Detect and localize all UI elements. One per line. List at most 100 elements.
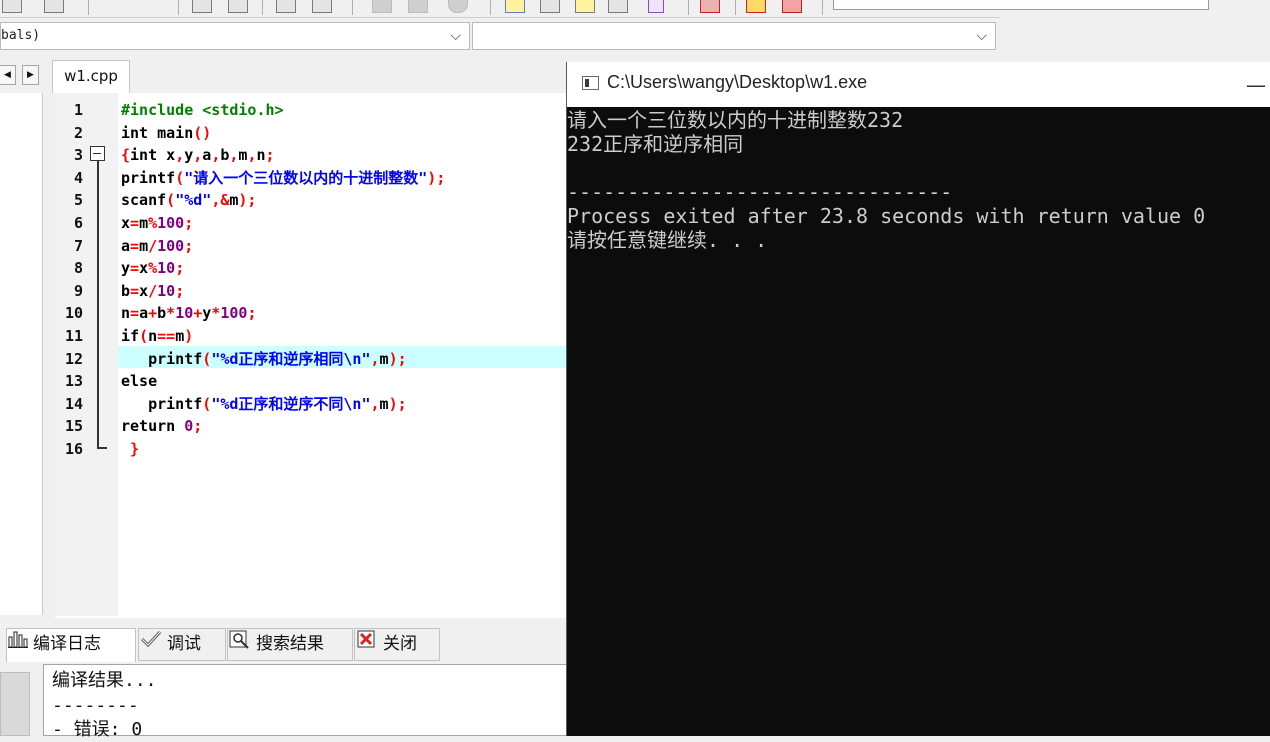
code-line[interactable]: b=x/10; bbox=[121, 280, 184, 302]
code-token: + bbox=[148, 304, 158, 323]
code-token: ; bbox=[265, 146, 275, 165]
code-token: = bbox=[130, 281, 140, 300]
line-number: 13 bbox=[64, 372, 83, 391]
toolbar-run-icon[interactable] bbox=[408, 0, 428, 13]
code-line[interactable]: printf("%d正序和逆序不同\n",m); bbox=[121, 393, 407, 415]
chevron-down-icon[interactable]: ⌵ bbox=[976, 23, 987, 49]
code-token: ; bbox=[184, 214, 194, 232]
project-tree[interactable] bbox=[0, 93, 43, 615]
scroll-left-icon[interactable]: ◀ bbox=[0, 65, 16, 85]
toolbar-undo-icon[interactable] bbox=[120, 0, 138, 12]
tab-search-results-label: 搜索结果 bbox=[256, 634, 324, 654]
toolbar-bookmark-icon[interactable] bbox=[648, 0, 664, 13]
tab-debug[interactable]: 调试 bbox=[138, 628, 226, 661]
toolbar-separator bbox=[178, 0, 179, 15]
code-token: return bbox=[121, 417, 176, 436]
code-line[interactable]: x=m%100; bbox=[121, 212, 193, 234]
fold-guide bbox=[97, 161, 99, 448]
toolbar-button-icon[interactable] bbox=[608, 0, 628, 13]
tab-close[interactable]: 关闭 bbox=[354, 628, 440, 661]
chevron-down-icon[interactable]: ⌵ bbox=[450, 23, 461, 49]
code-token: #include <stdio.h> bbox=[121, 101, 284, 119]
code-token: ( bbox=[175, 168, 185, 187]
code-token: } bbox=[130, 440, 140, 458]
close-icon bbox=[355, 629, 379, 660]
symbol-dropdown[interactable]: ⌵ bbox=[472, 22, 996, 50]
code-token: ( bbox=[166, 191, 176, 210]
compiler-select[interactable] bbox=[833, 0, 1209, 10]
code-token: ; bbox=[184, 236, 194, 255]
toolbar-button-icon[interactable] bbox=[192, 0, 212, 13]
code-token: y bbox=[184, 146, 194, 165]
tab-search-results[interactable]: 搜索结果 bbox=[227, 628, 353, 661]
toolbar-separator bbox=[490, 0, 491, 15]
code-token: "%d" bbox=[175, 191, 212, 210]
toolbar-button-icon[interactable] bbox=[540, 0, 560, 13]
code-line[interactable]: y=x%10; bbox=[121, 257, 184, 279]
code-line[interactable]: else bbox=[121, 370, 157, 392]
toolbar-empty-area bbox=[1000, 18, 1270, 56]
line-number: 5 bbox=[73, 191, 83, 210]
tab-compile-log[interactable]: 编译日志 bbox=[6, 628, 136, 662]
log-line: -------- bbox=[52, 695, 139, 716]
minimize-icon[interactable]: — bbox=[1246, 70, 1270, 100]
code-line[interactable]: a=m/100; bbox=[121, 235, 193, 257]
code-token: / bbox=[148, 281, 158, 300]
fold-collapse-icon[interactable] bbox=[90, 146, 105, 161]
toolbar-chart-icon[interactable] bbox=[746, 0, 766, 13]
scope-dropdown[interactable]: bals) ⌵ bbox=[0, 22, 470, 50]
line-number: 1 bbox=[73, 101, 83, 119]
code-token: ; bbox=[247, 304, 257, 323]
line-number: 16 bbox=[64, 440, 83, 458]
toolbar-project-icon[interactable] bbox=[505, 0, 525, 13]
code-token: b bbox=[121, 281, 131, 300]
code-token: % bbox=[148, 214, 158, 232]
code-token: 10 bbox=[157, 281, 176, 300]
console-window[interactable] bbox=[566, 62, 1270, 736]
code-line[interactable]: printf("%d正序和逆序相同\n",m); bbox=[121, 348, 407, 370]
code-token: 0 bbox=[184, 417, 194, 436]
code-token: ); bbox=[388, 394, 407, 413]
toolbar-separator bbox=[88, 0, 89, 15]
code-line[interactable]: return 0; bbox=[121, 415, 202, 437]
code-line[interactable]: printf("请入一个三位数以内的十进制整数"); bbox=[121, 167, 445, 189]
code-token: 10 bbox=[175, 304, 194, 323]
code-token: ); bbox=[388, 349, 407, 368]
code-token: "%d正序和逆序相同\n" bbox=[211, 349, 371, 368]
code-token: b bbox=[157, 304, 167, 323]
code-line[interactable]: #include <stdio.h> bbox=[121, 99, 284, 121]
console-line: 请按任意键继续. . . bbox=[567, 228, 768, 252]
log-side-button[interactable] bbox=[0, 672, 30, 736]
code-line[interactable]: } bbox=[121, 438, 139, 460]
toolbar-button-icon[interactable] bbox=[276, 0, 296, 13]
toolbar-close-icon[interactable] bbox=[782, 0, 802, 13]
code-token: x bbox=[121, 214, 131, 232]
code-token: ; bbox=[193, 417, 203, 436]
code-line[interactable]: scanf("%d",&m); bbox=[121, 189, 256, 211]
toolbar-button-icon[interactable] bbox=[575, 0, 595, 13]
code-token: int bbox=[121, 123, 149, 142]
toolbar-button-icon[interactable] bbox=[2, 0, 22, 13]
toolbar-compile-icon[interactable] bbox=[372, 0, 392, 13]
toolbar-button-icon[interactable] bbox=[44, 0, 64, 13]
line-number: 14 bbox=[64, 394, 83, 413]
code-line[interactable]: if(n==m) bbox=[121, 325, 193, 347]
console-line: -------------------------------- bbox=[567, 180, 953, 204]
code-token: y bbox=[202, 304, 212, 323]
scroll-right-icon[interactable]: ▶ bbox=[22, 65, 39, 85]
code-token: ; bbox=[175, 259, 185, 278]
code-token: ) bbox=[184, 327, 194, 345]
toolbar-button-icon[interactable] bbox=[228, 0, 248, 13]
toolbar-debug-icon[interactable] bbox=[700, 0, 720, 13]
code-line[interactable]: {int x,y,a,b,m,n; bbox=[121, 144, 275, 166]
tab-w1-cpp[interactable]: w1.cpp bbox=[52, 60, 130, 93]
code-line[interactable]: n=a+b*10+y*100; bbox=[121, 302, 256, 324]
log-line: - 错误: 0 bbox=[52, 719, 143, 740]
code-token: ); bbox=[427, 168, 446, 187]
log-line: 编译结果... bbox=[52, 670, 157, 691]
code-line[interactable]: int main() bbox=[121, 122, 211, 144]
toolbar-button-icon[interactable] bbox=[312, 0, 332, 13]
line-number: 4 bbox=[73, 168, 83, 187]
